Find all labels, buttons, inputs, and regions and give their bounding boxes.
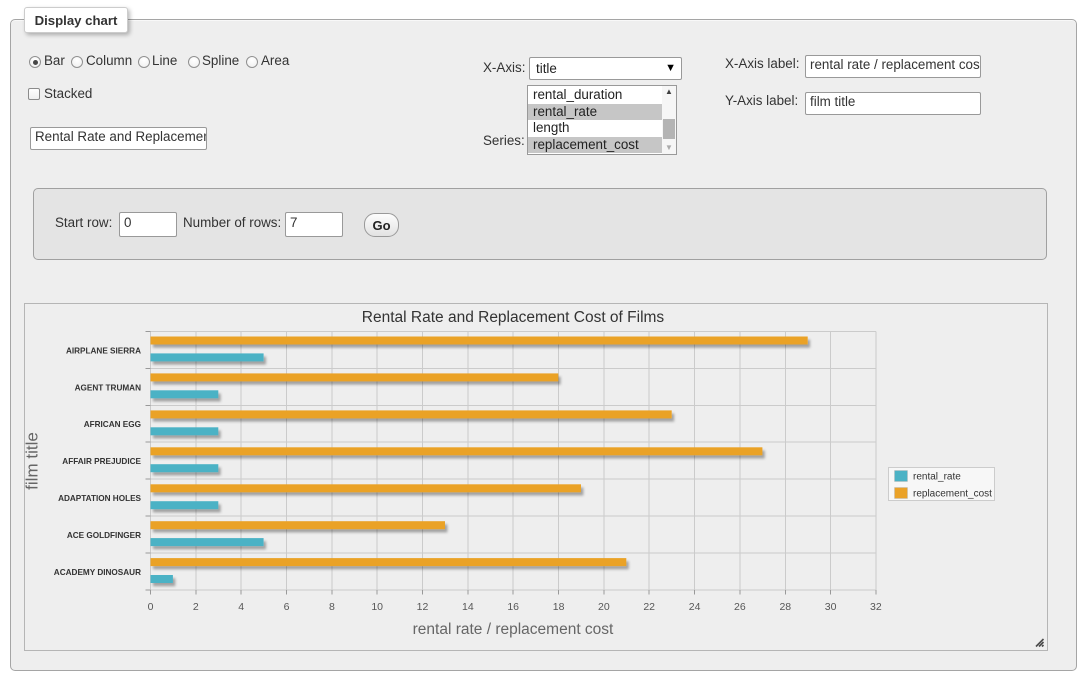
svg-text:24: 24 (689, 601, 701, 613)
svg-text:32: 32 (870, 601, 882, 613)
svg-text:AIRPLANE SIERRA: AIRPLANE SIERRA (66, 346, 141, 355)
svg-text:16: 16 (507, 601, 519, 613)
svg-text:6: 6 (284, 601, 290, 613)
svg-text:18: 18 (553, 601, 565, 613)
svg-text:20: 20 (598, 601, 610, 613)
svg-text:AFRICAN EGG: AFRICAN EGG (84, 420, 141, 429)
svg-text:film title: film title (24, 432, 42, 490)
svg-text:rental_rate: rental_rate (913, 472, 961, 483)
svg-text:14: 14 (462, 601, 474, 613)
svg-text:ADAPTATION HOLES: ADAPTATION HOLES (58, 494, 141, 503)
svg-text:10: 10 (371, 601, 383, 613)
svg-text:2: 2 (193, 601, 199, 613)
svg-text:28: 28 (779, 601, 791, 613)
svg-text:26: 26 (734, 601, 746, 613)
svg-text:0: 0 (148, 601, 154, 613)
svg-text:rental rate / replacement cost: rental rate / replacement cost (413, 621, 614, 638)
svg-text:ACE GOLDFINGER: ACE GOLDFINGER (67, 531, 141, 540)
svg-text:22: 22 (643, 601, 655, 613)
svg-text:4: 4 (238, 601, 244, 613)
svg-text:ACADEMY DINOSAUR: ACADEMY DINOSAUR (54, 568, 141, 577)
svg-text:AFFAIR PREJUDICE: AFFAIR PREJUDICE (62, 457, 141, 466)
svg-text:12: 12 (417, 601, 429, 613)
svg-text:8: 8 (329, 601, 335, 613)
svg-text:replacement_cost: replacement_cost (913, 489, 992, 500)
svg-text:AGENT TRUMAN: AGENT TRUMAN (75, 383, 141, 392)
svg-text:Rental Rate and Replacement Co: Rental Rate and Replacement Cost of Film… (362, 309, 665, 326)
svg-text:30: 30 (825, 601, 837, 613)
